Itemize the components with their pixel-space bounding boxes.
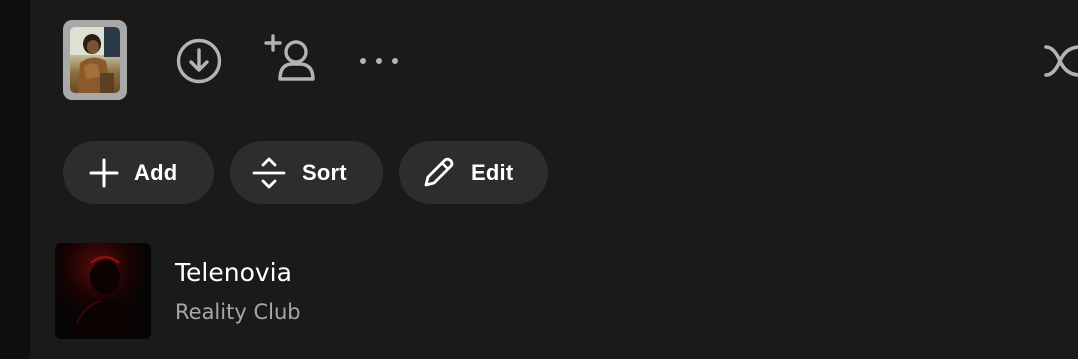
plus-icon (87, 156, 121, 190)
playlist-cover-thumbnail[interactable] (63, 20, 127, 100)
edit-button-label: Edit (471, 159, 514, 185)
track-title: Telenovia (175, 258, 292, 287)
pencil-icon (421, 156, 455, 190)
track-row[interactable]: Telenovia Reality Club (55, 243, 1045, 341)
track-artist[interactable]: Reality Club (175, 300, 301, 324)
more-options-icon[interactable] (354, 46, 404, 76)
shuffle-icon[interactable] (1040, 38, 1078, 84)
edit-button[interactable]: Edit (399, 141, 548, 204)
app-frame: Add Sort Edit Telenovia Reality Club (0, 0, 1078, 359)
download-circle-icon[interactable] (174, 36, 224, 86)
track-artwork (55, 243, 151, 339)
add-user-icon[interactable] (262, 32, 320, 86)
sort-button-label: Sort (302, 159, 347, 185)
sort-button[interactable]: Sort (230, 141, 383, 204)
add-button-label: Add (134, 159, 178, 185)
add-button[interactable]: Add (63, 141, 214, 204)
sort-icon (252, 156, 286, 190)
cover-image (70, 27, 120, 93)
